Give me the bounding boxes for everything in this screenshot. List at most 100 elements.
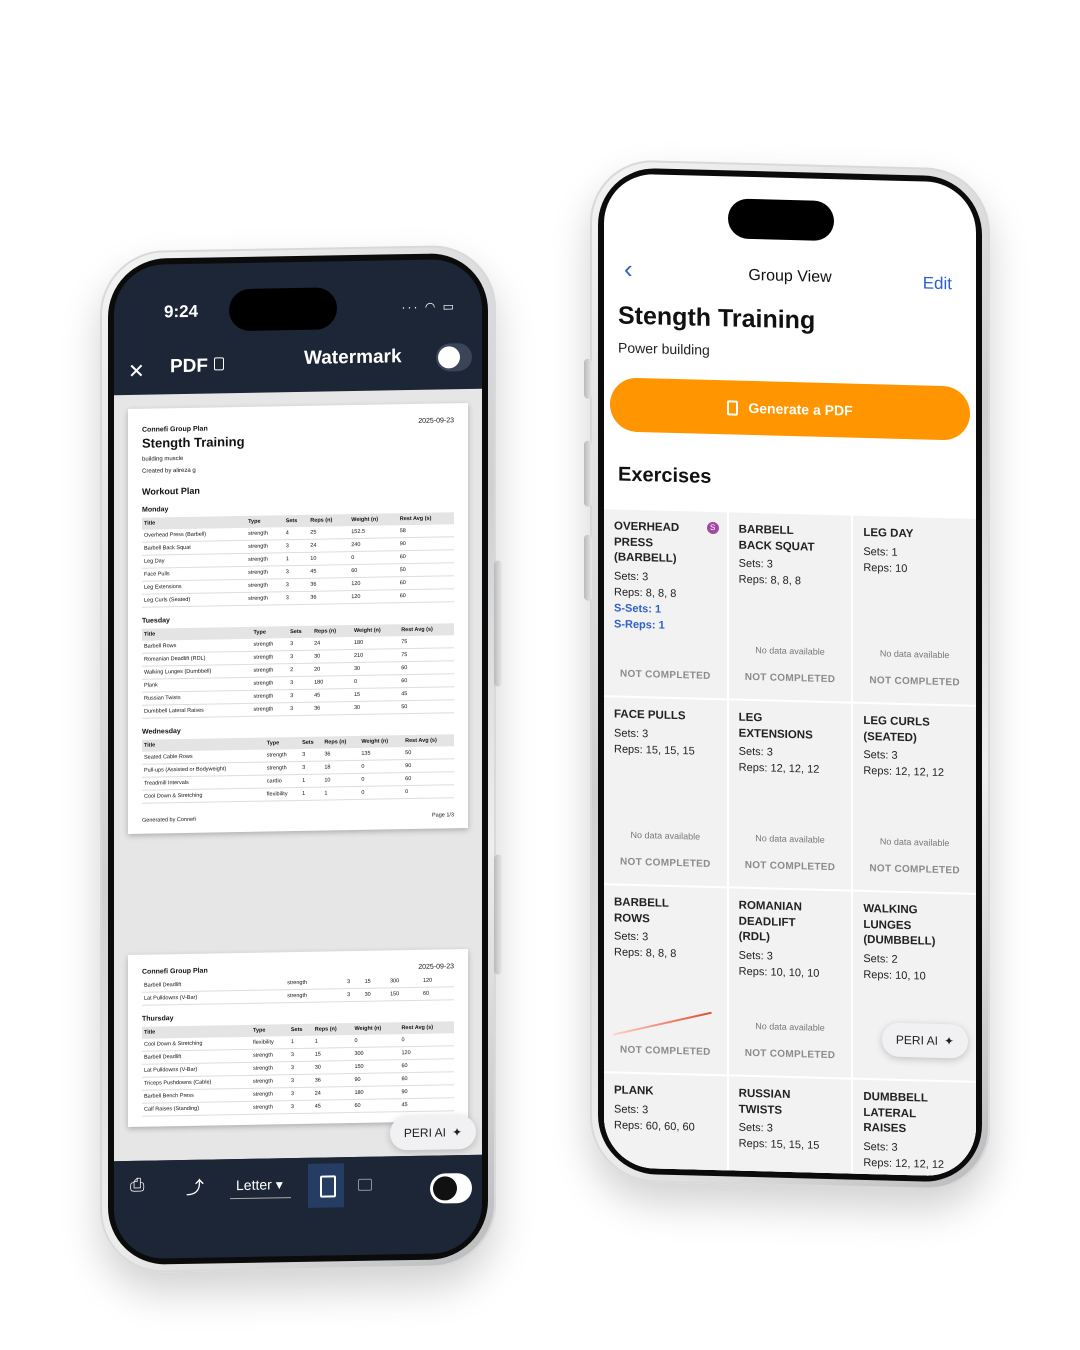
exercise-sets: Sets: 3	[863, 1140, 898, 1154]
table-cell: strength	[251, 1074, 289, 1089]
exercise-reps: Reps: 8, 8, 8	[614, 585, 677, 600]
exercise-name: Barbell Back Squat	[738, 523, 815, 554]
table-cell: 3	[288, 1048, 313, 1062]
document-icon	[214, 357, 224, 371]
pdf-header: ✕ PDF Watermark	[114, 337, 482, 393]
table-cell: 180	[352, 1085, 400, 1100]
table-cell: strength	[251, 1048, 289, 1063]
table-cell: 45	[308, 564, 350, 579]
table-cell: 24	[312, 637, 352, 651]
table-cell: 150	[387, 987, 421, 1001]
doc-org: Connefi Group Plan	[142, 967, 208, 976]
table-cell: 3	[288, 637, 313, 651]
peri-ai-button[interactable]: PERI AI ✦	[389, 1114, 476, 1151]
table-cell: 3	[288, 1087, 313, 1101]
paper-size-select[interactable]: Letter ▾	[230, 1176, 291, 1200]
table-cell: 30	[362, 987, 388, 1002]
table-cell: 0	[359, 772, 404, 787]
exercise-card[interactable]: Barbell Rows Sets: 3 Reps: 8, 8, 8 NOT COMP…	[604, 885, 727, 1075]
generate-pdf-button[interactable]: Generate a PDF	[610, 377, 970, 441]
pdf-page-1: 2025-09-23 Connefi Group Plan Stength Tr…	[128, 403, 468, 834]
table-cell: 120	[399, 1045, 454, 1060]
exercise-card[interactable]: Dumbbell Lateral Raises Sets: 3 Reps: 12, …	[853, 1079, 976, 1177]
exercise-card[interactable]: Russian Twists Sets: 3 Reps: 15, 15, 15	[728, 1076, 852, 1177]
options-toggle[interactable]	[430, 1172, 472, 1204]
doc-page-number: Page 1/3	[431, 812, 454, 819]
table-cell: 45	[399, 686, 454, 701]
table-cell: 0	[359, 759, 404, 774]
table-cell: strength	[246, 565, 284, 580]
table-cell: 60	[399, 660, 454, 675]
exercise-name: Leg Extensions	[738, 711, 813, 742]
pdf-toolbar: ⎙ ⤴ Letter ▾	[114, 1154, 482, 1260]
table-cell: 36	[308, 590, 350, 605]
print-icon[interactable]: ⎙	[130, 1175, 144, 1196]
table-cell: 120	[420, 974, 454, 988]
table-cell: 1	[322, 786, 360, 801]
exercise-card[interactable]: Plank Sets: 3 Reps: 60, 60, 60	[604, 1073, 727, 1177]
share-icon[interactable]: ⤴	[186, 1174, 204, 1200]
exercise-card[interactable]: Leg Day Sets: 1 Reps: 10 No data available N…	[853, 515, 976, 705]
exercise-card[interactable]: Leg Curls (Seated) Sets: 3 Reps: 12, 12, 1…	[853, 703, 976, 893]
table-cell: strength	[251, 663, 289, 678]
no-data-text: No data available	[879, 648, 950, 661]
edit-button[interactable]: Edit	[923, 273, 952, 294]
pdf-page-2: 2025-09-23 Connefi Group Plan Barbell De…	[128, 949, 468, 1127]
table-cell: 3	[288, 650, 313, 664]
exercise-card[interactable]: Barbell Back Squat Sets: 3 Reps: 8, 8, 8 No…	[728, 512, 852, 702]
table-cell: cardio	[264, 774, 301, 789]
exercise-sets: Sets: 3	[614, 1102, 649, 1116]
watermark-toggle[interactable]	[436, 342, 472, 372]
watermark-label: Watermark	[304, 346, 402, 369]
table-cell: 30	[312, 649, 352, 664]
exercise-card[interactable]: Leg Extensions Sets: 3 Reps: 12, 12, 12 No …	[728, 700, 852, 890]
table-cell: 45	[399, 1097, 454, 1112]
table-cell: 25	[308, 526, 350, 540]
table-cell: 0	[352, 1034, 400, 1048]
plan-title: Stength Training	[618, 301, 816, 335]
table-cell: 10	[322, 773, 360, 788]
exercise-sets: Sets: 3	[738, 557, 773, 571]
peri-ai-button[interactable]: PERI AI ✦	[881, 1022, 968, 1059]
portrait-orientation-button[interactable]	[308, 1163, 344, 1208]
exercise-name: Russian Twists	[738, 1087, 791, 1117]
exercise-reps: Reps: 15, 15, 15	[738, 1137, 820, 1152]
landscape-orientation-button[interactable]	[358, 1178, 372, 1191]
table-cell: 30	[351, 661, 400, 676]
doc-days: Monday Title Type Sets Reps (n) Weight (n) Res…	[142, 501, 454, 804]
table-cell: 210	[351, 648, 400, 663]
exercise-card[interactable]: Romanian Deadlift (RDL) Sets: 3 Reps: 10, …	[728, 888, 852, 1078]
pdf-viewer[interactable]: 2025-09-23 Connefi Group Plan Stength Tr…	[114, 388, 482, 1162]
column-header: Type	[264, 736, 301, 750]
exercise-card[interactable]: S Overhead Press (Barbell) Sets: 3 Reps: 8,…	[604, 509, 727, 699]
table-cell: 4	[283, 526, 309, 540]
table-cell: 90	[397, 536, 454, 551]
status-label: NOT COMPLETED	[744, 859, 836, 874]
table-cell: flexibility	[264, 787, 301, 802]
exercise-card[interactable]: Face Pulls Sets: 3 Reps: 15, 15, 15 No data…	[604, 697, 727, 887]
table-cell: 1	[300, 774, 323, 788]
close-icon[interactable]: ✕	[128, 359, 145, 384]
table-cell: 120	[349, 576, 398, 591]
table-cell: 15	[351, 687, 400, 702]
status-bar: 9:24 ··· ◠ ▭	[114, 287, 482, 337]
table-cell: 3	[288, 702, 313, 716]
power-button	[494, 560, 502, 687]
exercise-reps: Reps: 15, 15, 15	[614, 742, 695, 758]
doc-table: Title Type Sets Reps (n) Weight (n) Rest Avg …	[142, 623, 454, 719]
table-cell: 3	[344, 988, 363, 1002]
table-cell: strength	[264, 761, 301, 776]
column-header: Type	[251, 626, 289, 639]
phone-group-view: ‹ Group View Edit Stength Training Power…	[584, 158, 990, 1192]
column-header: Weight (n)	[351, 624, 400, 638]
table-cell: strength	[251, 1100, 289, 1115]
table-cell: 0	[403, 784, 454, 799]
table-cell: 60	[399, 1058, 454, 1073]
status-label: NOT COMPLETED	[869, 675, 960, 689]
table-cell: 60	[399, 673, 454, 688]
table-cell: 75	[399, 647, 454, 662]
table-cell: 0	[399, 1033, 454, 1047]
exercise-supersets: S-Sets: 1	[614, 601, 662, 616]
superset-badge-icon: S	[706, 521, 719, 535]
table-cell: 36	[312, 701, 352, 716]
